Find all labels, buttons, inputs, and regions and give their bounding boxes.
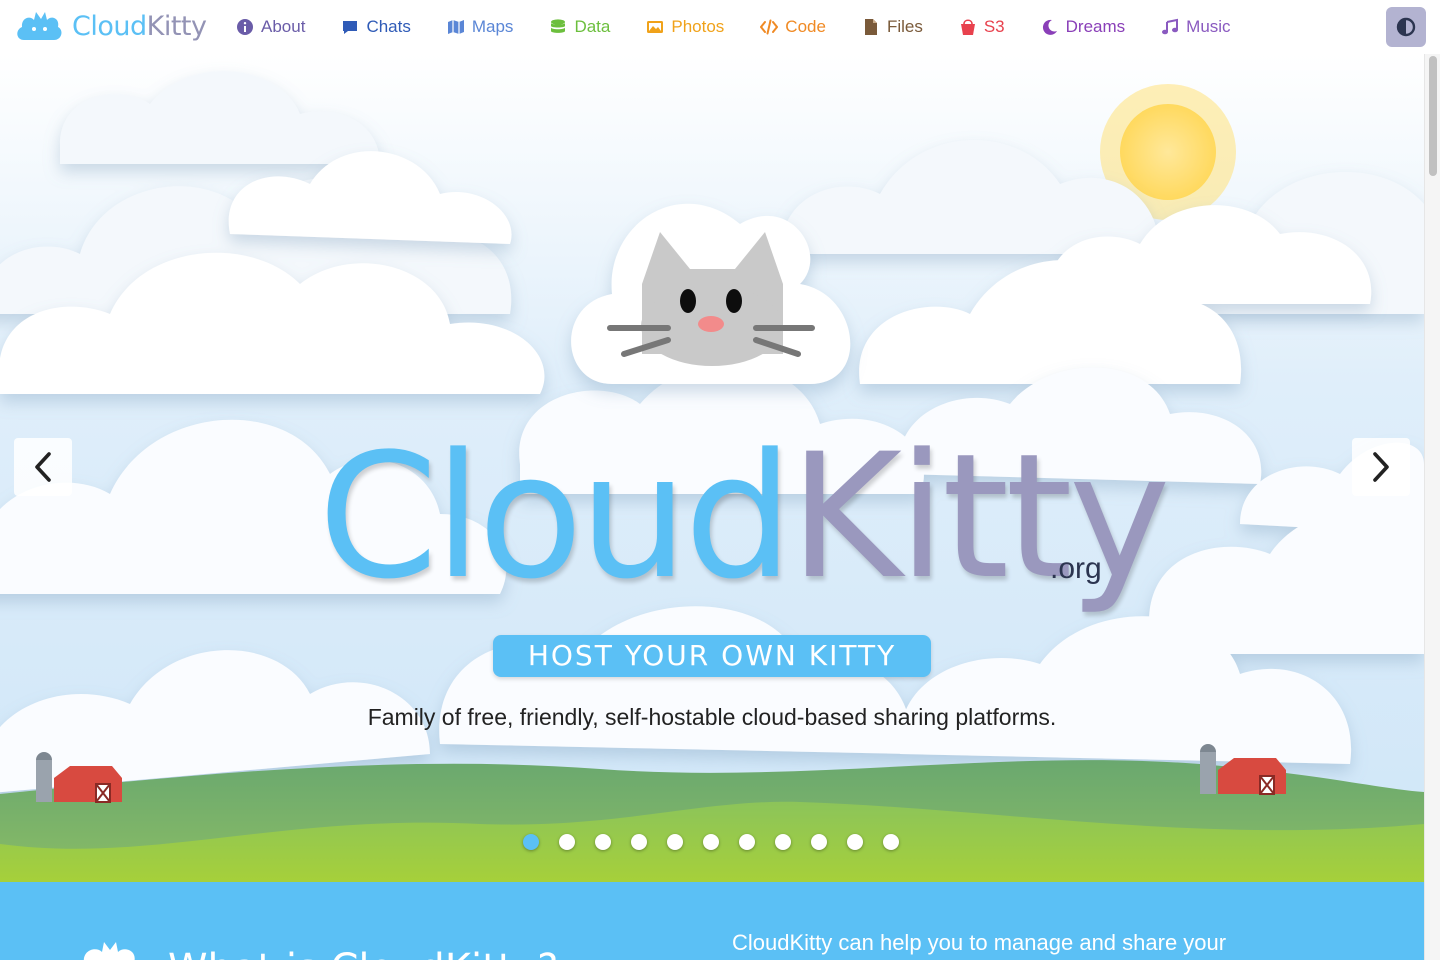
nav-item-label: Maps [471, 17, 514, 36]
nav-item-about[interactable]: About [236, 17, 305, 37]
nav-item-s3[interactable]: S3 [959, 17, 1005, 37]
hero-title-suffix: .org [1050, 552, 1102, 585]
carousel-prev-button[interactable] [14, 438, 72, 496]
nav-item-label: Music [1186, 17, 1231, 36]
nav-item-label: Data [574, 17, 611, 36]
nav-item-chats[interactable]: Chats [341, 17, 411, 37]
carousel-indicator-6[interactable] [703, 834, 719, 850]
brand-link[interactable]: CloudKitty [14, 6, 207, 46]
nav-item-data[interactable]: Data [549, 17, 610, 37]
moon-icon [1042, 19, 1057, 35]
file-icon [864, 19, 877, 35]
chat-bubble-icon [343, 21, 358, 34]
nav-item-label: Chats [366, 17, 411, 36]
image-icon [647, 21, 664, 33]
cloudkitty-logo-icon [17, 12, 62, 40]
about-title: What is CloudKitty? [168, 946, 558, 960]
scrollbar-thumb[interactable] [1429, 56, 1437, 176]
carousel-indicator-3[interactable] [595, 834, 611, 850]
hero-carousel: CloudKitty .org HOST YOUR OWN KITTY Fami… [0, 54, 1424, 882]
nav-item-maps[interactable]: Maps [447, 17, 514, 37]
database-icon [551, 19, 566, 33]
carousel-indicator-7[interactable] [739, 834, 755, 850]
nav-item-label: Files [886, 17, 923, 36]
chevron-left-icon [35, 452, 51, 482]
hero-title-kitty: Kitty [789, 416, 1170, 617]
carousel-indicator-5[interactable] [667, 834, 683, 850]
nav-item-label: Photos [671, 17, 725, 36]
brand-name: CloudKitty [72, 10, 207, 42]
theme-toggle-button[interactable] [1386, 7, 1426, 47]
about-text: CloudKitty can help you to manage and sh… [732, 930, 1227, 955]
chevron-right-icon [1373, 452, 1389, 482]
hero-title-cloud: Cloud [318, 416, 793, 617]
brand-name-cloud: Cloud [72, 10, 147, 42]
cloudkitty-logo-icon [83, 942, 135, 960]
brand-name-kitty: Kitty [146, 10, 207, 42]
bucket-icon [960, 19, 975, 35]
nav-item-label: About [261, 17, 306, 36]
nav-item-label: S3 [983, 17, 1005, 36]
hero-tagline-badge: HOST YOUR OWN KITTY [493, 635, 931, 677]
carousel-indicator-2[interactable] [559, 834, 575, 850]
page-scrollbar[interactable] [1424, 54, 1440, 960]
nav-item-code[interactable]: Code [760, 17, 826, 37]
carousel-indicator-1[interactable] [523, 834, 539, 850]
hero-subtitle: Family of free, friendly, self-hostable … [367, 704, 1057, 730]
nav-item-dreams[interactable]: Dreams [1041, 17, 1126, 37]
nav-item-label: Code [785, 17, 826, 36]
contrast-icon [1396, 17, 1416, 37]
carousel-indicator-8[interactable] [775, 834, 791, 850]
carousel-indicator-9[interactable] [811, 834, 827, 850]
nav-item-label: Dreams [1065, 17, 1126, 36]
carousel-indicator-10[interactable] [847, 834, 863, 850]
code-icon [760, 19, 779, 35]
carousel-indicator-4[interactable] [631, 834, 647, 850]
map-icon [447, 20, 464, 34]
info-circle-icon [237, 19, 253, 35]
nav-item-photos[interactable]: Photos [646, 17, 724, 37]
music-note-icon [1162, 18, 1179, 35]
top-navbar: CloudKitty About Chats Maps Data Photos Code F… [0, 0, 1440, 54]
carousel-next-button[interactable] [1352, 438, 1410, 496]
nav-menu: About Chats Maps Data Photos Code Files S3 Dream… [236, 0, 1267, 54]
hero-title: CloudKitty .org [318, 431, 1171, 622]
carousel-indicator-11[interactable] [883, 834, 899, 850]
hero-title-text: CloudKitty [318, 431, 1171, 603]
nav-item-files[interactable]: Files [862, 17, 923, 37]
carousel-indicators [523, 834, 899, 850]
nav-item-music[interactable]: Music [1161, 17, 1231, 37]
about-section: What is CloudKitty? CloudKitty can help … [0, 882, 1424, 960]
